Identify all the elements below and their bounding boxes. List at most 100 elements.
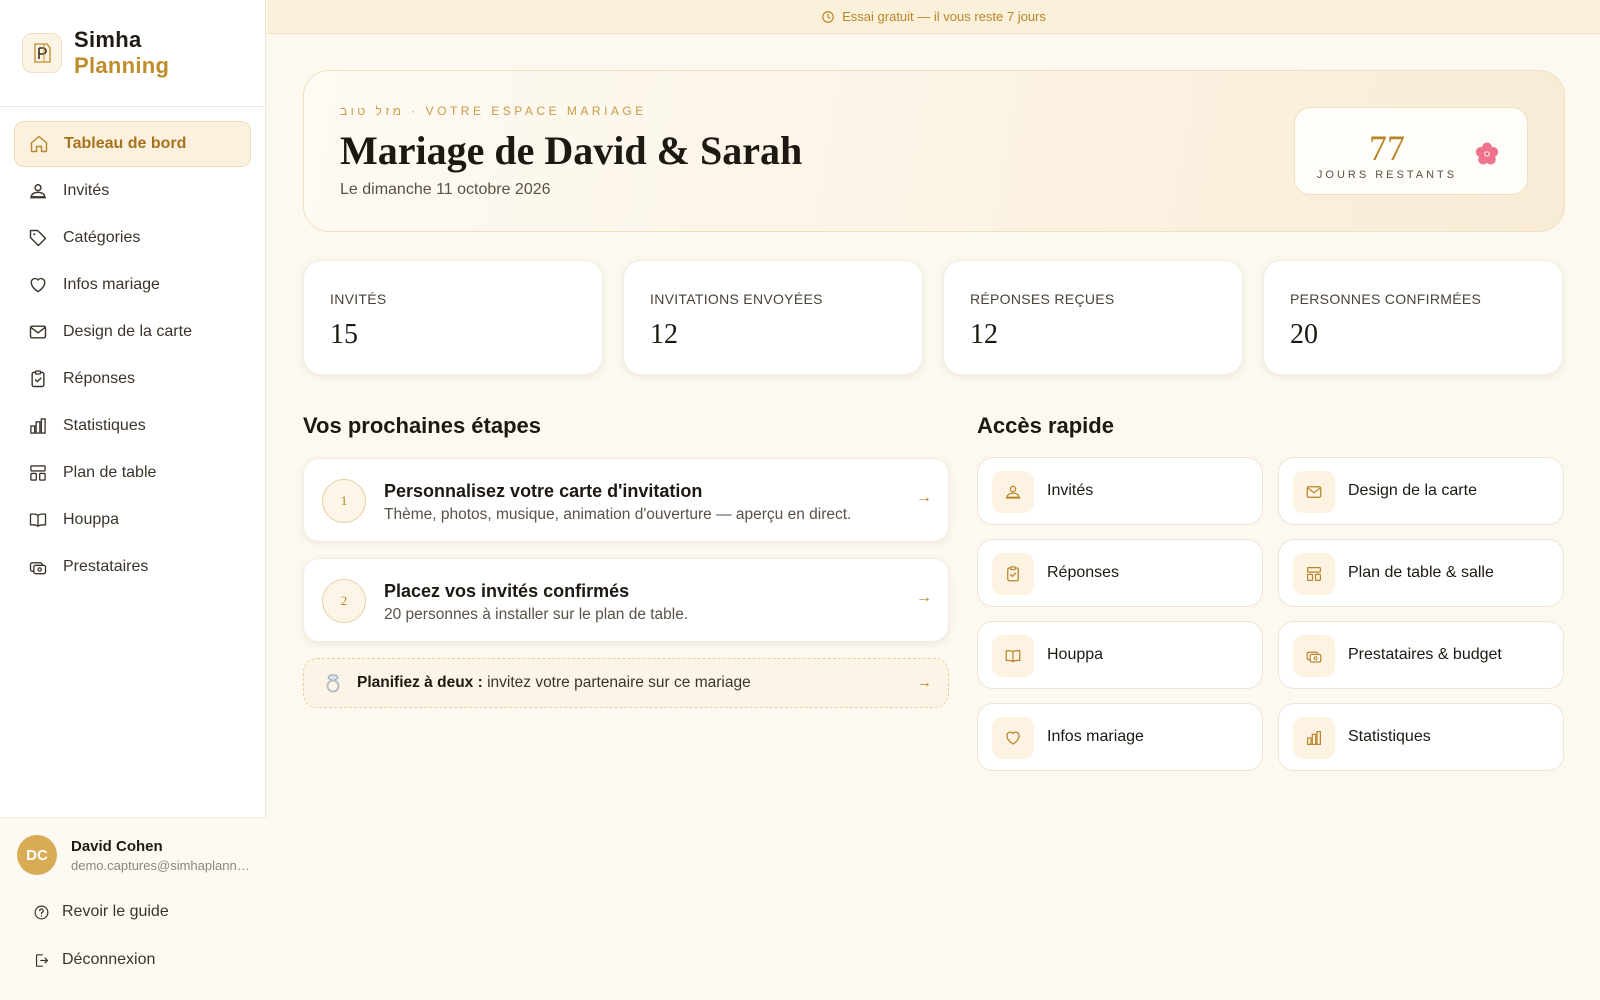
sidebar-item-vendors[interactable]: Prestataires bbox=[14, 544, 251, 590]
quick-access-label: Plan de table & salle bbox=[1348, 564, 1494, 581]
step-card-invitation[interactable]: 1 Personnalisez votre carte d'invitation… bbox=[303, 458, 949, 542]
bar-chart-icon bbox=[27, 415, 49, 437]
heart-icon bbox=[992, 717, 1034, 759]
book-open-icon bbox=[992, 635, 1034, 677]
arrow-right-icon: → bbox=[917, 674, 932, 691]
sidebar-item-label: Tableau de bord bbox=[64, 135, 187, 152]
sidebar-item-dashboard[interactable]: Tableau de bord bbox=[14, 121, 251, 167]
invite-partner-rest: invitez votre partenaire sur ce mariage bbox=[482, 674, 751, 691]
sidebar-item-guests[interactable]: Invités bbox=[14, 168, 251, 214]
help-circle-icon bbox=[30, 901, 52, 923]
countdown-value: 77 bbox=[1369, 128, 1405, 168]
quick-access-wedding-info[interactable]: Infos mariage bbox=[977, 703, 1263, 771]
quick-access-title: Accès rapide bbox=[977, 413, 1114, 438]
sidebar: Simha Planning Tableau de bord Invités C… bbox=[0, 0, 266, 1000]
stat-card-confirmed: PERSONNES CONFIRMÉES 20 bbox=[1263, 260, 1563, 375]
stat-value: 15 bbox=[330, 319, 358, 350]
clipboard-check-icon bbox=[27, 368, 49, 390]
step-title: Placez vos invités confirmés bbox=[384, 581, 630, 601]
sidebar-item-wedding-info[interactable]: Infos mariage bbox=[14, 262, 251, 308]
brand-logo-icon bbox=[22, 33, 62, 73]
sidebar-item-statistics[interactable]: Statistiques bbox=[14, 403, 251, 449]
mail-icon bbox=[1293, 471, 1335, 513]
guide-link[interactable]: Revoir le guide bbox=[0, 889, 266, 935]
guests-icon bbox=[27, 180, 49, 202]
step-description: 20 personnes à installer sur le plan de … bbox=[384, 606, 689, 623]
quick-access-label: Houppa bbox=[1047, 646, 1104, 663]
guests-icon bbox=[992, 471, 1034, 513]
brand-name-accent: Planning bbox=[74, 53, 170, 78]
brand[interactable]: Simha Planning bbox=[0, 0, 265, 107]
quick-access-vendors[interactable]: Prestataires & budget bbox=[1278, 621, 1564, 689]
quick-access-label: Prestataires & budget bbox=[1348, 646, 1502, 663]
quick-access-label: Design de la carte bbox=[1348, 482, 1477, 499]
sidebar-item-label: Prestataires bbox=[63, 558, 149, 575]
sidebar-item-label: Houppa bbox=[63, 511, 120, 528]
quick-access-seating-plan[interactable]: Plan de table & salle bbox=[1278, 539, 1564, 607]
sidebar-item-seating-plan[interactable]: Plan de table bbox=[14, 450, 251, 496]
quick-access-houppa[interactable]: Houppa bbox=[977, 621, 1263, 689]
invite-partner-card[interactable]: Planifiez à deux : invitez votre partena… bbox=[303, 658, 949, 708]
sidebar-item-label: Infos mariage bbox=[63, 276, 160, 293]
logout-link[interactable]: Déconnexion bbox=[0, 937, 266, 983]
table-layout-icon bbox=[1293, 553, 1335, 595]
trial-banner-text: Essai gratuit — il vous reste 7 jours bbox=[842, 9, 1046, 24]
sidebar-nav: Tableau de bord Invités Catégories Infos… bbox=[0, 107, 265, 590]
user-profile[interactable]: DC David Cohen demo.captures@simhaplanni… bbox=[0, 818, 266, 875]
tag-icon bbox=[27, 227, 49, 249]
quick-access-statistics[interactable]: Statistiques bbox=[1278, 703, 1564, 771]
arrow-right-icon: → bbox=[916, 589, 932, 606]
sidebar-item-label: Réponses bbox=[63, 370, 136, 387]
step-card-seating[interactable]: 2 Placez vos invités confirmés 20 person… bbox=[303, 558, 949, 642]
sidebar-item-categories[interactable]: Catégories bbox=[14, 215, 251, 261]
quick-access-label: Réponses bbox=[1047, 564, 1120, 581]
stat-label: INVITÉS bbox=[330, 291, 387, 307]
clipboard-check-icon bbox=[992, 553, 1034, 595]
invite-partner-text: Planifiez à deux : invitez votre partena… bbox=[357, 674, 751, 692]
step-description: Thème, photos, musique, animation d'ouve… bbox=[384, 506, 852, 523]
wedding-hero: מזל טוב · VOTRE ESPACE MARIAGE Mariage d… bbox=[303, 70, 1565, 232]
quick-access-guests[interactable]: Invités bbox=[977, 457, 1263, 525]
guide-link-label: Revoir le guide bbox=[62, 903, 169, 920]
invite-partner-bold: Planifiez à deux : bbox=[357, 674, 483, 691]
stat-card-invitations-sent: INVITATIONS ENVOYÉES 12 bbox=[623, 260, 923, 375]
clock-icon bbox=[822, 10, 834, 23]
vendors-icon bbox=[27, 556, 49, 578]
quick-access-label: Statistiques bbox=[1348, 728, 1431, 745]
avatar: DC bbox=[17, 835, 57, 875]
bar-chart-icon bbox=[1293, 717, 1335, 759]
sidebar-item-card-design[interactable]: Design de la carte bbox=[14, 309, 251, 355]
quick-access-label: Infos mariage bbox=[1047, 728, 1144, 745]
quick-access-label: Invités bbox=[1047, 482, 1094, 499]
next-steps-title: Vos prochaines étapes bbox=[303, 413, 542, 438]
stat-card-guests: INVITÉS 15 bbox=[303, 260, 603, 375]
sidebar-item-responses[interactable]: Réponses bbox=[14, 356, 251, 402]
countdown-badge: 77 JOURS RESTANTS bbox=[1294, 107, 1528, 195]
stat-label: PERSONNES CONFIRMÉES bbox=[1290, 291, 1482, 307]
quick-access-responses[interactable]: Réponses bbox=[977, 539, 1263, 607]
flower-icon bbox=[1475, 142, 1499, 165]
sidebar-item-label: Catégories bbox=[63, 229, 141, 246]
logout-icon bbox=[30, 949, 52, 971]
step-number: 2 bbox=[322, 579, 366, 623]
brand-name: Simha bbox=[74, 26, 142, 52]
table-layout-icon bbox=[27, 462, 49, 484]
arrow-right-icon: → bbox=[916, 489, 932, 506]
user-name: David Cohen bbox=[71, 837, 163, 855]
hero-eyebrow: מזל טוב · VOTRE ESPACE MARIAGE bbox=[340, 104, 647, 118]
sidebar-item-label: Invités bbox=[63, 182, 110, 199]
sidebar-footer: DC David Cohen demo.captures@simhaplanni… bbox=[0, 817, 266, 1000]
step-number: 1 bbox=[322, 479, 366, 523]
ring-icon bbox=[326, 674, 340, 693]
stat-card-responses: RÉPONSES REÇUES 12 bbox=[943, 260, 1243, 375]
wedding-date: Le dimanche 11 octobre 2026 bbox=[340, 181, 551, 198]
mail-icon bbox=[27, 321, 49, 343]
logout-label: Déconnexion bbox=[62, 951, 156, 968]
vendors-icon bbox=[1293, 635, 1335, 677]
sidebar-item-houppa[interactable]: Houppa bbox=[14, 497, 251, 543]
user-email: demo.captures@simhaplanning.com bbox=[71, 857, 251, 873]
trial-banner[interactable]: Essai gratuit — il vous reste 7 jours bbox=[267, 0, 1600, 34]
quick-access-card-design[interactable]: Design de la carte bbox=[1278, 457, 1564, 525]
step-title: Personnalisez votre carte d'invitation bbox=[384, 481, 703, 501]
stat-value: 12 bbox=[970, 319, 998, 350]
